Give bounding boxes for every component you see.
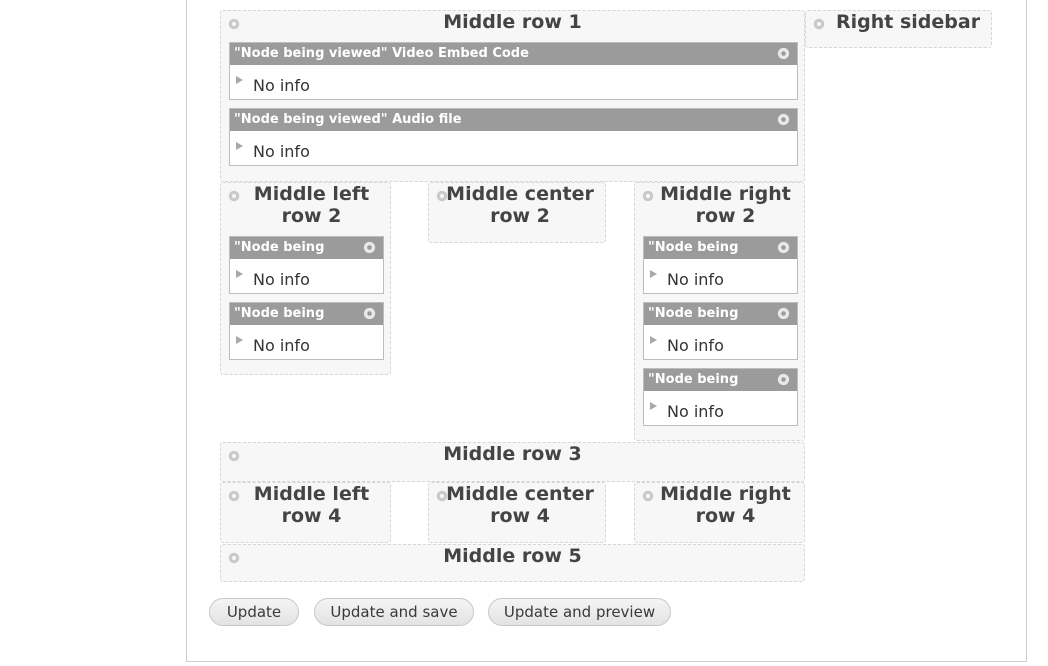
pane-node-being: "Node being No info: [229, 236, 384, 294]
region-title: Middle center row 2: [446, 183, 594, 227]
pane-header[interactable]: "Node being: [230, 237, 383, 259]
region-title: Middle row 5: [443, 545, 582, 567]
pane-header[interactable]: "Node being: [230, 303, 383, 325]
pane-body: No info: [644, 259, 797, 293]
region-title: Middle center row 4: [446, 483, 594, 527]
gear-icon[interactable]: [776, 306, 791, 321]
pane-title: "Node being: [648, 306, 739, 321]
pane-header[interactable]: "Node being: [644, 303, 797, 325]
pane-body: No info: [230, 259, 383, 293]
gear-icon[interactable]: [776, 240, 791, 255]
pane-video-embed: "Node being viewed" Video Embed Code No …: [229, 42, 798, 100]
triangle-right-icon[interactable]: [650, 402, 657, 410]
pane-header[interactable]: "Node being: [644, 237, 797, 259]
pane-title: "Node being viewed" Video Embed Code: [234, 46, 529, 61]
region-title: Right sidebar: [836, 11, 981, 33]
pane-title: "Node being viewed" Audio file: [234, 112, 462, 127]
pane-body: No info: [230, 65, 797, 99]
gear-icon[interactable]: [362, 306, 377, 321]
pane-info-text: No info: [667, 270, 724, 289]
triangle-right-icon[interactable]: [236, 76, 243, 84]
pane-audio-file: "Node being viewed" Audio file No info: [229, 108, 798, 166]
region-middle-left-row-4: Middle left row 4: [220, 482, 391, 543]
triangle-right-icon[interactable]: [236, 270, 243, 278]
pane-body: No info: [644, 391, 797, 425]
region-middle-center-row-4: Middle center row 4: [428, 482, 606, 543]
pane-info-text: No info: [253, 270, 310, 289]
pane-info-text: No info: [253, 76, 310, 95]
pane-info-text: No info: [667, 336, 724, 355]
region-middle-row-3: Middle row 3: [220, 442, 805, 482]
update-and-save-button[interactable]: Update and save: [314, 598, 474, 626]
region-middle-right-row-2: Middle right row 2 "Node being No info "…: [634, 182, 805, 441]
pane-node-being: "Node being No info: [643, 236, 798, 294]
pane-info-text: No info: [253, 336, 310, 355]
pane-node-being: "Node being No info: [229, 302, 384, 360]
gear-icon[interactable]: [812, 17, 826, 31]
region-middle-left-row-2: Middle left row 2 "Node being No info "N…: [220, 182, 391, 375]
pane-title: "Node being: [648, 372, 739, 387]
pane-info-text: No info: [253, 142, 310, 161]
region-title: Middle right row 2: [660, 183, 791, 227]
update-button[interactable]: Update: [209, 598, 299, 626]
gear-icon[interactable]: [776, 46, 791, 61]
region-title: Middle row 3: [443, 443, 582, 465]
triangle-right-icon[interactable]: [236, 336, 243, 344]
pane-title: "Node being: [234, 306, 325, 321]
triangle-right-icon[interactable]: [650, 270, 657, 278]
triangle-right-icon[interactable]: [650, 336, 657, 344]
pane-title: "Node being: [648, 240, 739, 255]
triangle-right-icon[interactable]: [236, 142, 243, 150]
region-title: Middle left row 2: [253, 183, 370, 227]
region-title: Middle row 1: [443, 11, 582, 33]
gear-icon[interactable]: [776, 372, 791, 387]
pane-header[interactable]: "Node being viewed" Audio file: [230, 109, 797, 131]
gear-icon[interactable]: [776, 112, 791, 127]
pane-info-text: No info: [667, 402, 724, 421]
pane-node-being: "Node being No info: [643, 302, 798, 360]
gear-icon[interactable]: [362, 240, 377, 255]
region-title: Middle right row 4: [660, 483, 791, 527]
region-right-sidebar: Right sidebar: [805, 10, 992, 48]
pane-body: No info: [230, 131, 797, 165]
pane-title: "Node being: [234, 240, 325, 255]
region-middle-center-row-2: Middle center row 2: [428, 182, 606, 243]
pane-header[interactable]: "Node being: [644, 369, 797, 391]
region-middle-row-1: Middle row 1 "Node being viewed" Video E…: [220, 10, 805, 182]
pane-header[interactable]: "Node being viewed" Video Embed Code: [230, 43, 797, 65]
region-middle-right-row-4: Middle right row 4: [634, 482, 805, 543]
pane-body: No info: [644, 325, 797, 359]
update-and-preview-button[interactable]: Update and preview: [488, 598, 671, 626]
pane-body: No info: [230, 325, 383, 359]
region-middle-row-5: Middle row 5: [220, 544, 805, 582]
region-title: Middle left row 4: [253, 483, 370, 527]
pane-node-being: "Node being No info: [643, 368, 798, 426]
